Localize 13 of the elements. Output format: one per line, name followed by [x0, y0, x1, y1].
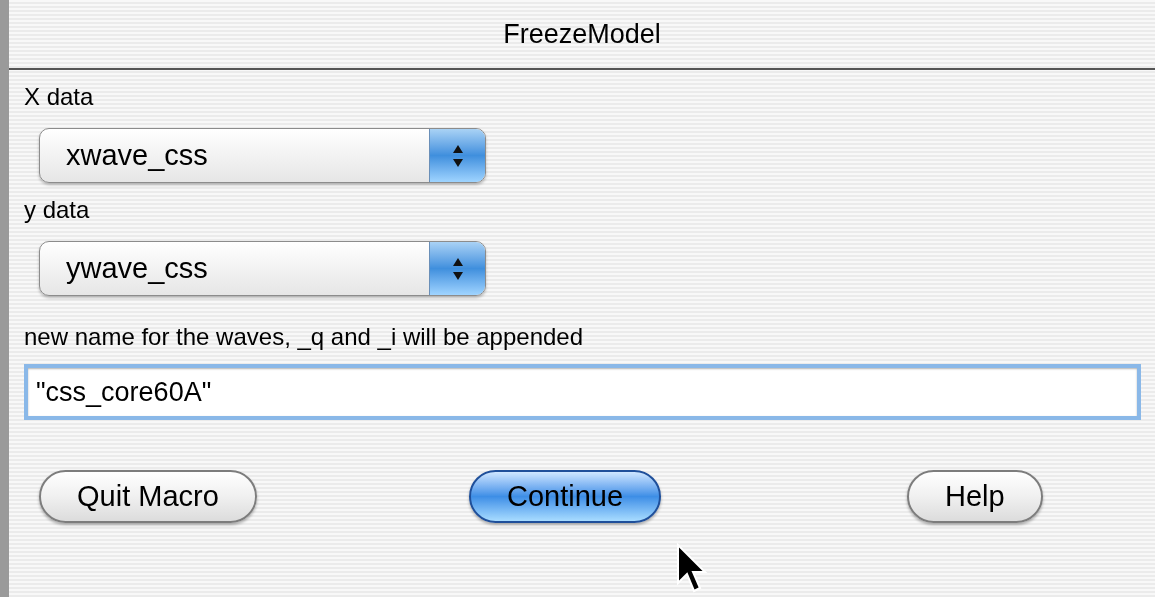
dialog-button[interactable]: Help: [907, 470, 1043, 523]
mouse-cursor-icon: [676, 543, 708, 595]
text-field[interactable]: "css_core60A": [24, 364, 1141, 420]
up-down-arrows-icon: [451, 256, 464, 281]
field-label: y data: [24, 195, 91, 225]
field-label: X data: [24, 82, 95, 112]
window-title: FreezeModel: [503, 17, 661, 51]
up-down-arrows-icon: [451, 143, 464, 168]
popup-menu[interactable]: xwave_css: [39, 128, 486, 183]
dialog-button[interactable]: Continue: [469, 470, 662, 523]
popup-menu[interactable]: ywave_css: [39, 241, 486, 296]
field-label: new name for the waves, _q and _i will be appended: [24, 322, 585, 352]
dialog-button[interactable]: Quit Macro: [39, 470, 257, 523]
